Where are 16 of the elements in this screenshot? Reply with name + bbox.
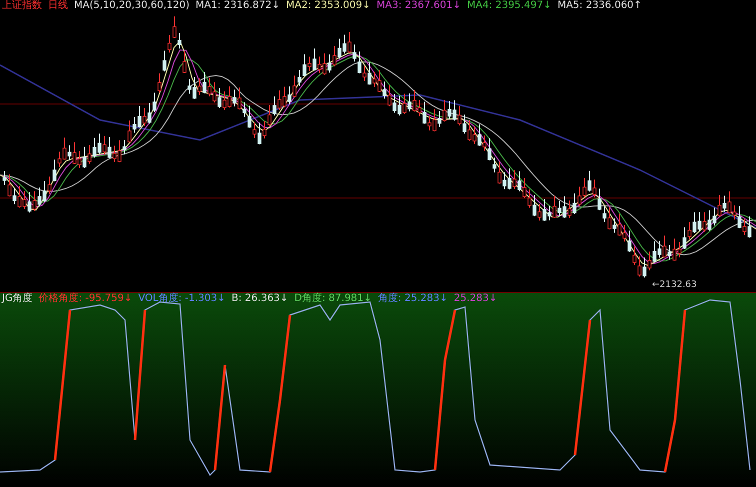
legend-label: JG角度 <box>2 293 33 305</box>
legend-label: MA5: 2336.060↑ <box>557 0 642 12</box>
legend-label: MA4: 2395.497↓ <box>466 0 552 12</box>
legend-label: 上证指数 <box>2 0 42 12</box>
legend-label: VOL角度: -1.303↓ <box>138 293 226 305</box>
legend-label: MA1: 2316.872↓ <box>196 0 280 12</box>
legend-label: 价格角度: -95.759↓ <box>38 293 132 305</box>
legend-label: MA(5,10,20,30,60,120) <box>74 0 190 12</box>
legend-label: 日线 <box>48 0 68 12</box>
legend-label: MA3: 2367.601↓ <box>376 0 461 12</box>
legend-label: 25.283↓ <box>454 293 498 305</box>
legend-label: MA2: 2353.009↓ <box>286 0 370 12</box>
legend-label: D角度: 87.981↓ <box>294 293 372 305</box>
price-low-label: ←2132.63 <box>652 280 697 290</box>
legend-label: B: 26.363↓ <box>232 293 288 305</box>
legend-label: 角度: 25.283↓ <box>378 293 448 305</box>
